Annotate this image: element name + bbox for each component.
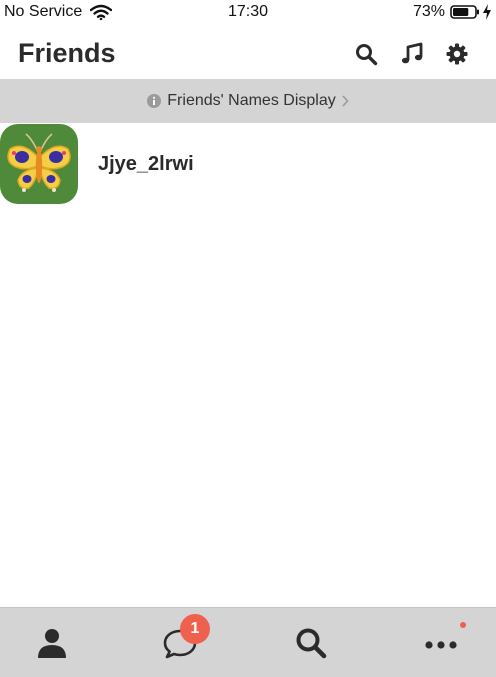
search-icon[interactable]: [354, 42, 378, 66]
music-note-icon[interactable]: [400, 42, 424, 66]
header: Friends: [0, 30, 496, 78]
person-icon[interactable]: [35, 626, 69, 660]
unread-badge: 1: [180, 614, 210, 644]
more-icon[interactable]: [424, 626, 458, 660]
page-title: Friends: [18, 38, 116, 68]
charging-bolt-icon: [483, 4, 491, 20]
chevron-right-icon: [342, 95, 349, 107]
battery-icon: [450, 5, 479, 19]
banner-label: Friends' Names Display: [167, 92, 336, 109]
search-icon[interactable]: [294, 626, 328, 660]
friend-name: Jjye_2lrwi: [98, 153, 194, 175]
butterfly-icon: [0, 124, 78, 204]
battery-percent: 73%: [412, 3, 445, 20]
gear-icon[interactable]: [445, 42, 469, 66]
notification-dot: [460, 622, 466, 628]
status-right: 73%: [413, 3, 492, 21]
friend-list-item[interactable]: Jjye_2lrwi: [0, 124, 496, 206]
names-display-banner[interactable]: Friends' Names Display: [0, 79, 496, 123]
tab-bar: [0, 607, 496, 677]
status-bar: No Service 17:30 73%: [0, 0, 496, 24]
info-icon: [147, 94, 162, 108]
